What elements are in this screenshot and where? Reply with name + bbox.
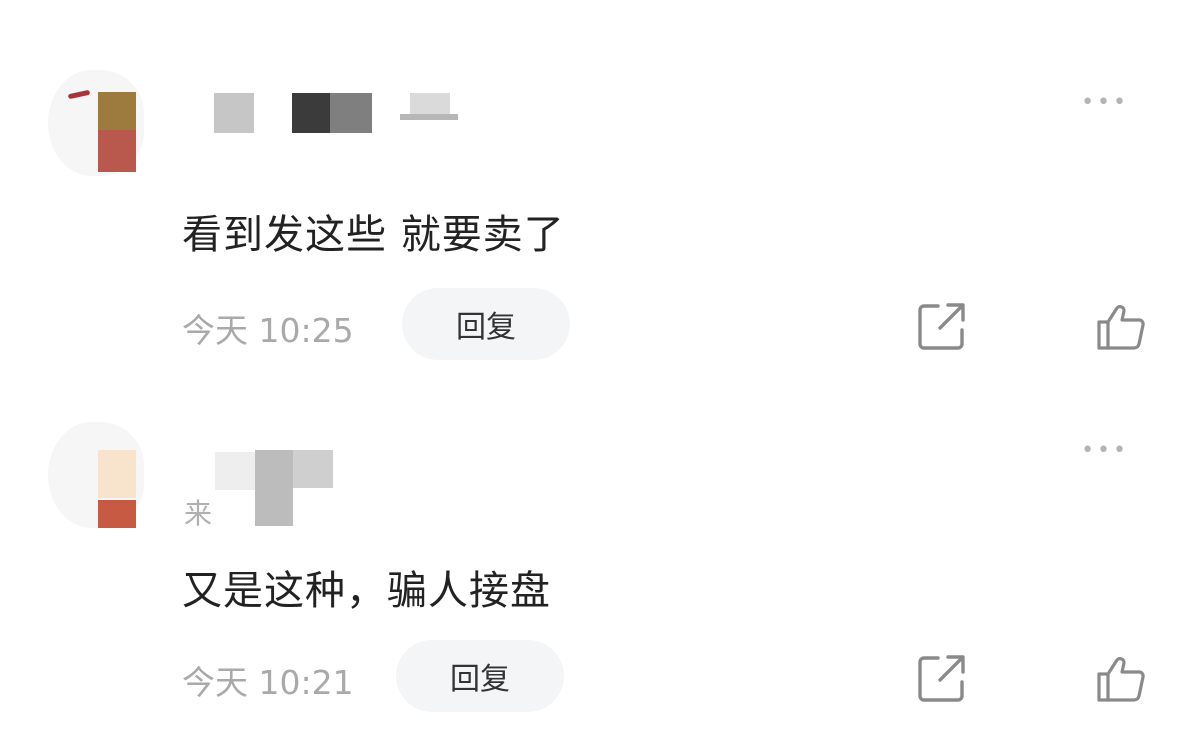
avatar[interactable] <box>48 422 144 528</box>
more-options-icon[interactable]: ••• <box>1081 440 1129 462</box>
comment-text: 看到发这些 就要卖了 <box>182 212 565 258</box>
reply-button[interactable]: 回复 <box>396 640 564 712</box>
reply-button[interactable]: 回复 <box>402 288 570 360</box>
comment-item: 来 ••• 又是这种，骗人接盘 今天 10:21 回复 <box>0 412 1187 732</box>
comment-text: 又是这种，骗人接盘 <box>182 568 551 614</box>
comment-item: ••• 看到发这些 就要卖了 今天 10:25 回复 <box>0 60 1187 380</box>
share-icon[interactable] <box>916 652 968 704</box>
more-options-icon[interactable]: ••• <box>1081 92 1129 114</box>
thumbs-up-icon[interactable] <box>1095 652 1147 704</box>
source-label: 来 <box>184 497 213 530</box>
comment-time: 今天 10:21 <box>182 663 354 702</box>
thumbs-up-icon[interactable] <box>1095 300 1147 352</box>
avatar[interactable] <box>48 70 144 176</box>
comment-time: 今天 10:25 <box>182 311 354 350</box>
share-icon[interactable] <box>916 300 968 352</box>
